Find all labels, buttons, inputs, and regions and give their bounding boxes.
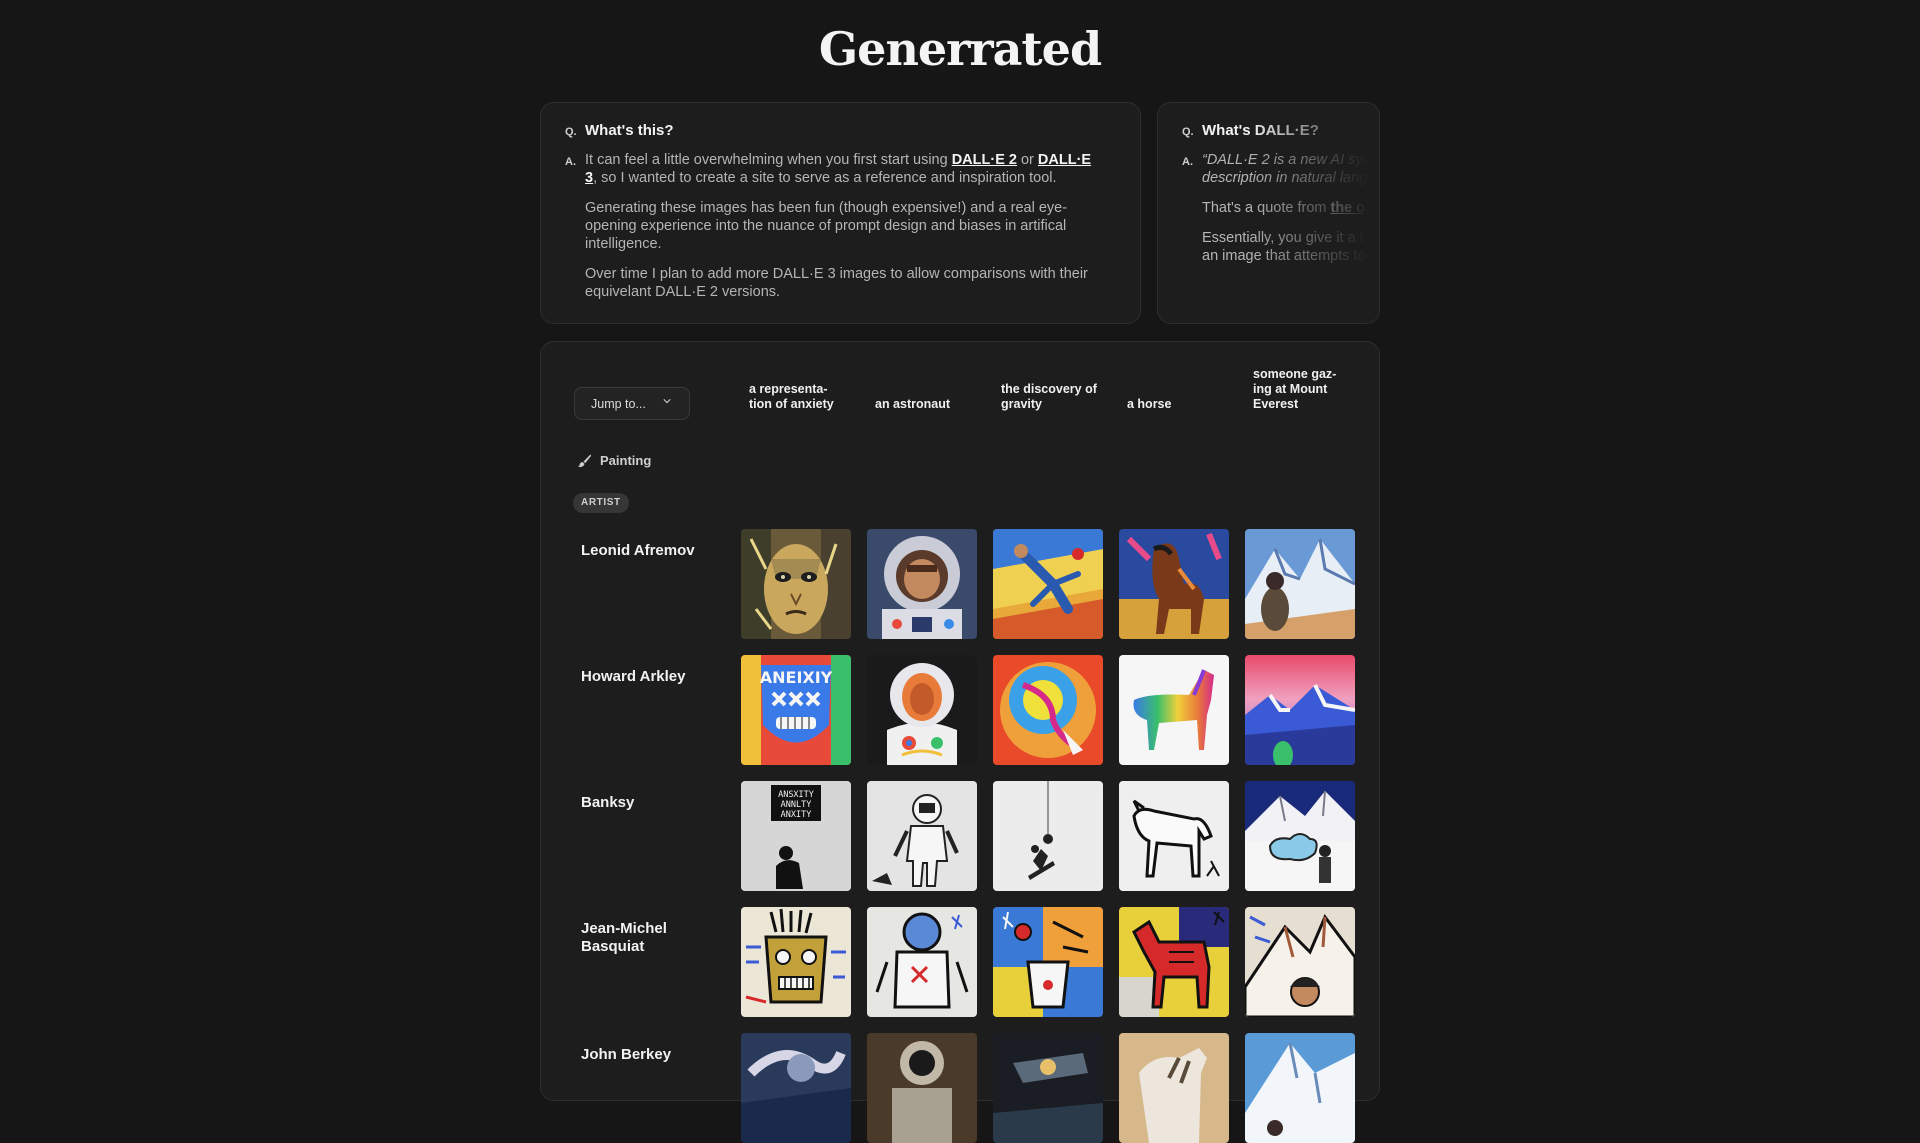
answer-intro: It can feel a little overwhelming when y… — [585, 152, 952, 168]
thumbnail-arkley-astronaut[interactable] — [867, 655, 977, 765]
faq-card-whats-this: Q. What's this? A. It can feel a little … — [540, 102, 1141, 324]
original-link[interactable]: the o — [1331, 200, 1366, 216]
dalle3-link-line2: 3 — [585, 170, 594, 186]
gallery-panel: Jump to... a representa- tion of anxiety… — [540, 341, 1380, 1143]
column-header-astronaut: an astronaut — [875, 397, 951, 411]
answer-marker: A. — [565, 156, 576, 168]
thumbnail-banksy-astronaut[interactable] — [867, 781, 977, 891]
artist-name[interactable]: Jean-Michel Basquiat — [581, 920, 701, 956]
thumbnail-basquiat-gravity[interactable] — [993, 907, 1103, 1017]
artist-name[interactable]: Banksy — [581, 794, 701, 812]
answer-paragraph-3-line2: an image that attempts to — [1202, 248, 1366, 264]
thumbnail-basquiat-anxiety[interactable] — [741, 907, 851, 1017]
section-badge: ARTIST — [573, 493, 629, 513]
thumbnail-afremov-anxiety[interactable] — [741, 529, 851, 639]
artist-name[interactable]: Howard Arkley — [581, 668, 701, 686]
answer-rest: , so I wanted to create a site to serve … — [593, 170, 1057, 186]
faq-card-whats-dalle[interactable]: Q. What's DALL·E? A. “DALL·E 2 is a new … — [1157, 102, 1380, 324]
quote-line-2: description in natural lang — [1202, 170, 1368, 186]
thumbnail-afremov-gravity[interactable] — [993, 529, 1103, 639]
thumbnail-afremov-horse[interactable] — [1119, 529, 1229, 639]
chevron-down-icon — [663, 399, 671, 404]
quote-line-1: “DALL·E 2 is a new AI sys — [1202, 152, 1370, 168]
answer-paragraph-3: Over time I plan to add more DALL·E 3 im… — [585, 266, 1088, 300]
thumbnail-berkey-gravity[interactable] — [993, 1033, 1103, 1143]
faq-question: What's DALL·E? — [1202, 122, 1319, 139]
arkley-face-text: ANEIXIY — [760, 668, 833, 687]
artist-name[interactable]: John Berkey — [581, 1046, 701, 1064]
column-header-gravity: the discovery of gravity — [1001, 382, 1097, 411]
jump-to-label: Jump to... — [591, 396, 646, 411]
thumbnail-arkley-horse[interactable] — [1119, 655, 1229, 765]
answer-paragraph-2: Generating these images has been fun (th… — [585, 200, 1068, 252]
faq-question: What's this? — [585, 122, 674, 139]
jump-to-dropdown[interactable]: Jump to... — [574, 387, 690, 420]
answer-paragraph-3-line1: Essentially, you give it a t — [1202, 230, 1364, 246]
medium-label: Painting — [600, 453, 652, 468]
thumbnail-banksy-horse[interactable] — [1119, 781, 1229, 891]
thumbnail-basquiat-everest[interactable] — [1245, 907, 1355, 1017]
dalle2-link[interactable]: DALL·E 2 — [952, 152, 1017, 168]
question-marker: Q. — [1182, 126, 1194, 138]
thumbnail-berkey-horse[interactable] — [1119, 1033, 1229, 1143]
thumbnail-afremov-astronaut[interactable] — [867, 529, 977, 639]
paintbrush-icon — [577, 454, 592, 468]
question-marker: Q. — [565, 126, 577, 138]
thumbnail-afremov-everest[interactable] — [1245, 529, 1355, 639]
column-header-everest: someone gaz- ing at Mount Everest — [1253, 367, 1337, 411]
banksy-sign-text: ANXITY — [781, 810, 812, 820]
thumbnail-banksy-everest[interactable] — [1245, 781, 1355, 891]
dalle3-link-line1: DALL·E — [1037, 152, 1092, 168]
answer-paragraph-2: That's a quote from — [1202, 200, 1331, 216]
thumbnail-berkey-astronaut[interactable] — [867, 1033, 977, 1143]
faq-answer: It can feel a little overwhelming when y… — [585, 151, 1116, 313]
thumbnail-berkey-anxiety[interactable] — [741, 1033, 851, 1143]
artist-name[interactable]: Leonid Afremov — [581, 542, 701, 560]
thumbnail-banksy-gravity[interactable] — [993, 781, 1103, 891]
column-header-horse: a horse — [1127, 397, 1172, 411]
answer-or: or — [1016, 152, 1038, 168]
thumbnail-arkley-anxiety[interactable]: ANEIXIY — [741, 655, 851, 765]
banksy-sign-text: ANSXITY — [778, 790, 814, 800]
medium-heading: Painting — [577, 453, 651, 468]
thumbnail-arkley-everest[interactable] — [1245, 655, 1355, 765]
thumbnail-basquiat-horse[interactable] — [1119, 907, 1229, 1017]
thumbnail-berkey-everest[interactable] — [1245, 1033, 1355, 1143]
site-title: Generrated — [818, 22, 1102, 76]
faq-answer: “DALL·E 2 is a new AI sys description in … — [1202, 151, 1370, 277]
thumbnail-banksy-anxiety[interactable]: ANSXITY ANNLTY ANXITY — [741, 781, 851, 891]
answer-marker: A. — [1182, 156, 1193, 168]
banksy-sign-text: ANNLTY — [781, 800, 812, 810]
thumbnail-arkley-gravity[interactable] — [993, 655, 1103, 765]
thumbnail-basquiat-astronaut[interactable] — [867, 907, 977, 1017]
column-header-anxiety: a representa- tion of anxiety — [749, 382, 834, 411]
